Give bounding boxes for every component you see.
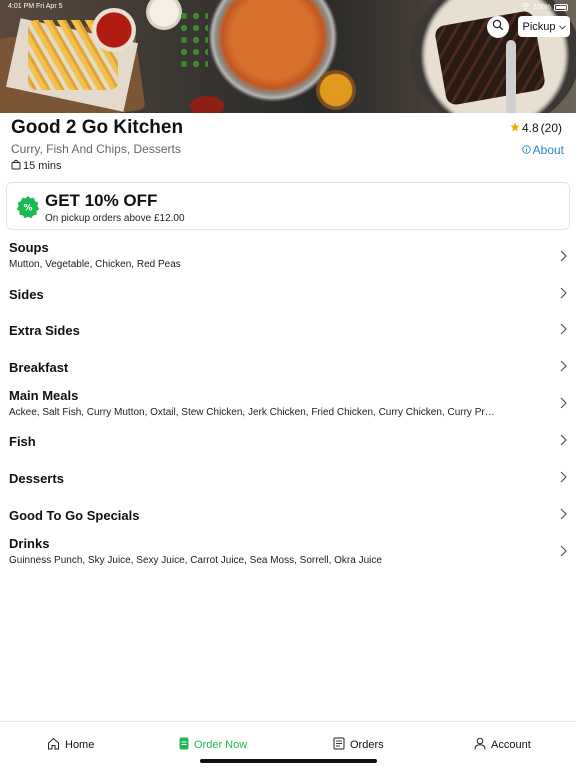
chevron-right-icon	[558, 249, 568, 263]
nav-home[interactable]: Home	[47, 737, 94, 753]
offer-banner[interactable]: % GET 10% OFF On pickup orders above £12…	[6, 182, 570, 230]
hero-image: 4:01 PM Fri Apr 5 100% Pickup	[0, 0, 576, 113]
menu-category-name: Good To Go Specials	[9, 508, 140, 523]
pickup-mode-select[interactable]: Pickup	[518, 16, 570, 37]
svg-text:%: %	[23, 204, 32, 214]
restaurant-cuisines: Curry, Fish And Chips, Desserts	[11, 142, 181, 156]
menu-category-drinks[interactable]: Drinks Guinness Punch, Sky Juice, Sexy J…	[0, 532, 576, 572]
menu-category-extra-sides[interactable]: Extra Sides	[0, 318, 576, 348]
status-bar: 4:01 PM Fri Apr 5 100%	[8, 3, 568, 13]
menu-category-name: Soups	[9, 240, 49, 255]
order-icon	[179, 737, 189, 753]
menu-category-good-to-go-specials[interactable]: Good To Go Specials	[0, 503, 576, 533]
chevron-right-icon	[558, 286, 568, 300]
hero-herbs	[178, 10, 208, 70]
menu-category-desserts[interactable]: Desserts	[0, 466, 576, 496]
status-right: 100%	[521, 3, 568, 12]
nav-account[interactable]: Account	[474, 737, 531, 753]
wifi-icon	[521, 3, 530, 12]
nav-account-label: Account	[491, 739, 531, 751]
info-icon	[521, 143, 531, 157]
nav-order-now-label: Order Now	[194, 739, 248, 751]
menu-category-description: Mutton, Vegetable, Chicken, Red Peas	[9, 259, 181, 270]
chevron-right-icon	[558, 322, 568, 336]
menu-category-soups[interactable]: Soups Mutton, Vegetable, Chicken, Red Pe…	[0, 236, 576, 276]
restaurant-rating: 4.8 (20)	[510, 121, 562, 135]
nav-orders[interactable]: Orders	[333, 737, 384, 753]
home-icon	[47, 737, 60, 753]
menu-category-name: Fish	[9, 434, 36, 449]
menu-category-fish[interactable]: Fish	[0, 429, 576, 459]
nav-home-label: Home	[65, 739, 95, 751]
menu-category-main-meals[interactable]: Main Meals Ackee, Salt Fish, Curry Mutto…	[0, 384, 576, 424]
prep-time: 15 mins	[11, 159, 62, 173]
chevron-right-icon	[558, 470, 568, 484]
battery-percent: 100%	[533, 4, 551, 11]
menu-category-description: Ackee, Salt Fish, Curry Mutton, Oxtail, …	[9, 407, 495, 418]
chevron-right-icon	[558, 396, 568, 410]
receipt-icon	[333, 737, 345, 753]
menu-category-sides[interactable]: Sides	[0, 281, 576, 311]
menu-category-name: Main Meals	[9, 388, 79, 403]
menu-category-name: Extra Sides	[9, 323, 80, 338]
offer-subtext: On pickup orders above £12.00	[45, 213, 185, 224]
status-date: Fri Apr 5	[36, 3, 63, 10]
menu-category-name: Drinks	[9, 536, 50, 551]
menu-category-name: Breakfast	[9, 360, 69, 375]
chevron-right-icon	[558, 359, 568, 373]
nav-order-now[interactable]: Order Now	[179, 737, 247, 753]
hero-spoon	[506, 40, 516, 113]
hero-sauce	[190, 96, 224, 113]
menu-category-name: Desserts	[9, 471, 64, 486]
bag-icon	[11, 159, 21, 173]
rating-count: (20)	[540, 121, 562, 135]
prep-time-value: 15 mins	[23, 160, 62, 172]
pickup-mode-label: Pickup	[522, 20, 556, 33]
home-indicator	[200, 759, 377, 763]
about-label: About	[532, 143, 564, 157]
offer-headline: GET 10% OFF	[45, 191, 158, 210]
nav-orders-label: Orders	[350, 739, 384, 751]
chevron-down-icon	[558, 21, 566, 33]
hero-spice-bowl	[316, 70, 356, 110]
search-button[interactable]	[487, 16, 509, 38]
menu-category-description: Guinness Punch, Sky Juice, Sexy Juice, C…	[9, 555, 382, 566]
hero-ketchup	[92, 8, 136, 52]
status-time: 4:01 PM	[8, 3, 35, 10]
search-icon	[492, 18, 504, 36]
chevron-right-icon	[558, 544, 568, 558]
discount-badge-icon: %	[16, 195, 40, 219]
battery-icon	[554, 4, 568, 11]
chevron-right-icon	[558, 433, 568, 447]
menu-category-name: Sides	[9, 287, 44, 302]
status-time-date: 4:01 PM Fri Apr 5	[8, 3, 62, 10]
about-link[interactable]: About	[521, 143, 564, 157]
star-icon	[510, 121, 520, 135]
user-icon	[474, 737, 486, 753]
rating-value: 4.8	[521, 121, 539, 135]
menu-category-breakfast[interactable]: Breakfast	[0, 355, 576, 385]
restaurant-name: Good 2 Go Kitchen	[11, 117, 184, 138]
chevron-right-icon	[558, 507, 568, 521]
